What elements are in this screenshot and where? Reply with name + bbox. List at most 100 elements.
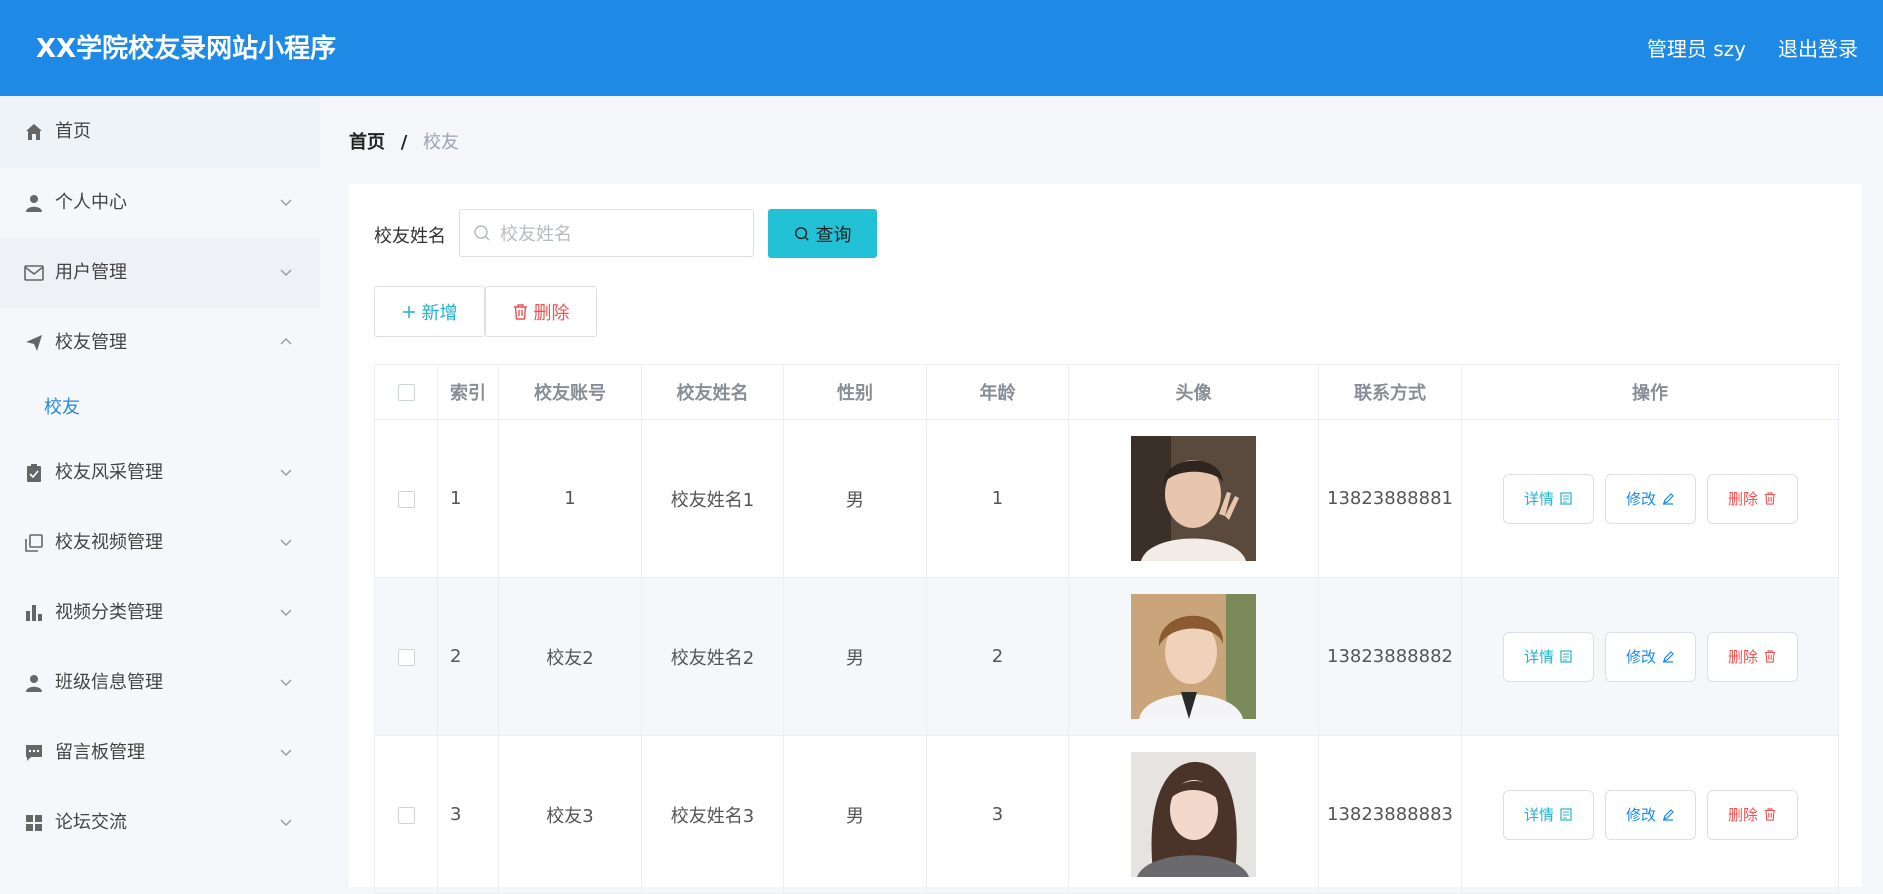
avatar-photo[interactable] — [1131, 594, 1256, 719]
delete-label: 删除 — [1727, 648, 1758, 666]
breadcrumb-home[interactable]: 首页 — [349, 132, 385, 153]
table-row: 1 1 校友姓名1 男 1 13823888881 详情 修改 删除 — [374, 419, 1839, 578]
detail-button[interactable]: 详情 — [1502, 631, 1594, 682]
row-checkbox[interactable] — [397, 806, 415, 824]
batch-delete-button-label: 删除 — [533, 302, 570, 324]
cell-phone: 13823888882 — [1318, 577, 1462, 736]
delete-label: 删除 — [1727, 806, 1758, 824]
delete-button[interactable]: 删除 — [1706, 789, 1798, 840]
trash-icon — [1764, 808, 1776, 821]
column-header: 索引 — [437, 364, 499, 420]
trash-icon — [1764, 650, 1776, 663]
sidebar-subitem-alumni[interactable]: 校友 — [0, 378, 320, 438]
table-header-row: 索引 校友账号 校友姓名 性别 年龄 头像 联系方式 操作 — [374, 364, 1839, 420]
detail-button[interactable]: 详情 — [1502, 473, 1594, 524]
edit-button[interactable]: 修改 — [1604, 631, 1696, 682]
breadcrumb-separator: / — [400, 132, 408, 153]
chevron-down-icon — [280, 609, 292, 616]
edit-button[interactable]: 修改 — [1604, 473, 1696, 524]
row-checkbox[interactable] — [397, 648, 415, 666]
user-icon — [24, 193, 44, 213]
logout-link[interactable]: 退出登录 — [1778, 33, 1858, 62]
breadcrumb-current: 校友 — [423, 132, 460, 153]
top-header: XX学院校友录网站小程序 管理员 szy 退出登录 — [0, 0, 1883, 96]
batch-delete-button[interactable]: 删除 — [485, 286, 597, 337]
cell-account: 校友3 — [498, 735, 642, 894]
delete-button[interactable]: 删除 — [1706, 473, 1798, 524]
cell-name: 校友姓名3 — [641, 735, 784, 894]
home-icon — [24, 122, 44, 142]
cell-age: 2 — [926, 577, 1069, 736]
sidebar: 首页 个人中心 用户管理 校友管理 校友 校友风采管理 校友视频管理 视频分类管… — [0, 96, 320, 887]
breadcrumb: 首页 / 校友 — [349, 128, 459, 154]
admin-username: 管理员 szy — [1646, 37, 1746, 61]
table-row: 2 校友2 校友姓名2 男 2 13823888882 详情 修改 删除 — [374, 577, 1839, 736]
sidebar-item-label: 校友管理 — [55, 332, 127, 353]
document-icon — [1560, 808, 1572, 821]
chevron-down-icon — [280, 469, 292, 476]
edit-button[interactable]: 修改 — [1604, 789, 1696, 840]
chevron-down-icon — [280, 749, 292, 756]
detail-button[interactable]: 详情 — [1502, 789, 1594, 840]
detail-label: 详情 — [1523, 806, 1554, 824]
chevron-up-icon — [280, 338, 292, 345]
main-panel: 校友姓名 查询 新增 删除 索引 校友账号 校友姓名 性别 年龄 头像 — [349, 184, 1862, 894]
cell-gender: 男 — [783, 735, 927, 894]
app-title: XX学院校友录网站小程序 — [36, 34, 337, 64]
trash-icon — [1764, 492, 1776, 505]
avatar-photo[interactable] — [1131, 436, 1256, 561]
column-header: 头像 — [1068, 364, 1319, 420]
row-select-cell — [374, 735, 438, 894]
column-header: 校友姓名 — [641, 364, 784, 420]
sidebar-item-label: 视频分类管理 — [55, 602, 163, 623]
sidebar-item-personal-center[interactable]: 个人中心 — [0, 168, 320, 238]
sidebar-item-class-info[interactable]: 班级信息管理 — [0, 648, 320, 718]
search-icon — [474, 225, 490, 241]
row-checkbox[interactable] — [397, 490, 415, 508]
select-all-checkbox[interactable] — [397, 384, 415, 401]
bar-chart-icon — [24, 603, 44, 623]
search-box — [459, 209, 754, 258]
search-label: 校友姓名 — [374, 226, 446, 247]
cell-phone: 13823888881 — [1318, 419, 1462, 578]
sidebar-item-label: 校友风采管理 — [55, 462, 163, 483]
sidebar-item-user-management[interactable]: 用户管理 — [0, 238, 320, 308]
send-icon — [24, 333, 44, 353]
add-button[interactable]: 新增 — [374, 286, 485, 337]
message-icon — [24, 743, 44, 763]
cell-gender: 男 — [783, 419, 927, 578]
sidebar-item-video-category[interactable]: 视频分类管理 — [0, 578, 320, 648]
row-select-cell — [374, 419, 438, 578]
sidebar-item-alumni-video[interactable]: 校友视频管理 — [0, 508, 320, 578]
edit-label: 修改 — [1625, 490, 1656, 508]
cell-index: 1 — [437, 419, 499, 578]
table-row: 3 校友3 校友姓名3 男 3 13823888883 详情 修改 删除 — [374, 735, 1839, 894]
document-icon — [1560, 650, 1572, 663]
sidebar-item-alumni-style[interactable]: 校友风采管理 — [0, 438, 320, 508]
plus-icon — [402, 305, 415, 318]
sidebar-item-alumni-management[interactable]: 校友管理 — [0, 308, 320, 378]
cell-account: 1 — [498, 419, 642, 578]
edit-icon — [1663, 493, 1674, 505]
edit-label: 修改 — [1625, 806, 1656, 824]
detail-label: 详情 — [1523, 648, 1554, 666]
sidebar-item-forum[interactable]: 论坛交流 — [0, 788, 320, 858]
cell-age: 3 — [926, 735, 1069, 894]
cell-phone: 13823888883 — [1318, 735, 1462, 894]
column-header: 联系方式 — [1318, 364, 1462, 420]
sidebar-item-home[interactable]: 首页 — [0, 96, 320, 168]
sidebar-item-message-board[interactable]: 留言板管理 — [0, 718, 320, 788]
document-icon — [1560, 492, 1572, 505]
cell-actions: 详情 修改 删除 — [1461, 577, 1839, 736]
avatar-photo[interactable] — [1131, 752, 1256, 877]
cell-name: 校友姓名2 — [641, 577, 784, 736]
delete-button[interactable]: 删除 — [1706, 631, 1798, 682]
copy-icon — [24, 533, 44, 553]
query-button[interactable]: 查询 — [768, 209, 877, 258]
column-header: 校友账号 — [498, 364, 642, 420]
search-input[interactable] — [498, 210, 742, 258]
sidebar-item-label: 班级信息管理 — [55, 672, 163, 693]
add-button-label: 新增 — [421, 302, 458, 324]
chevron-down-icon — [280, 679, 292, 686]
cell-gender: 男 — [783, 577, 927, 736]
